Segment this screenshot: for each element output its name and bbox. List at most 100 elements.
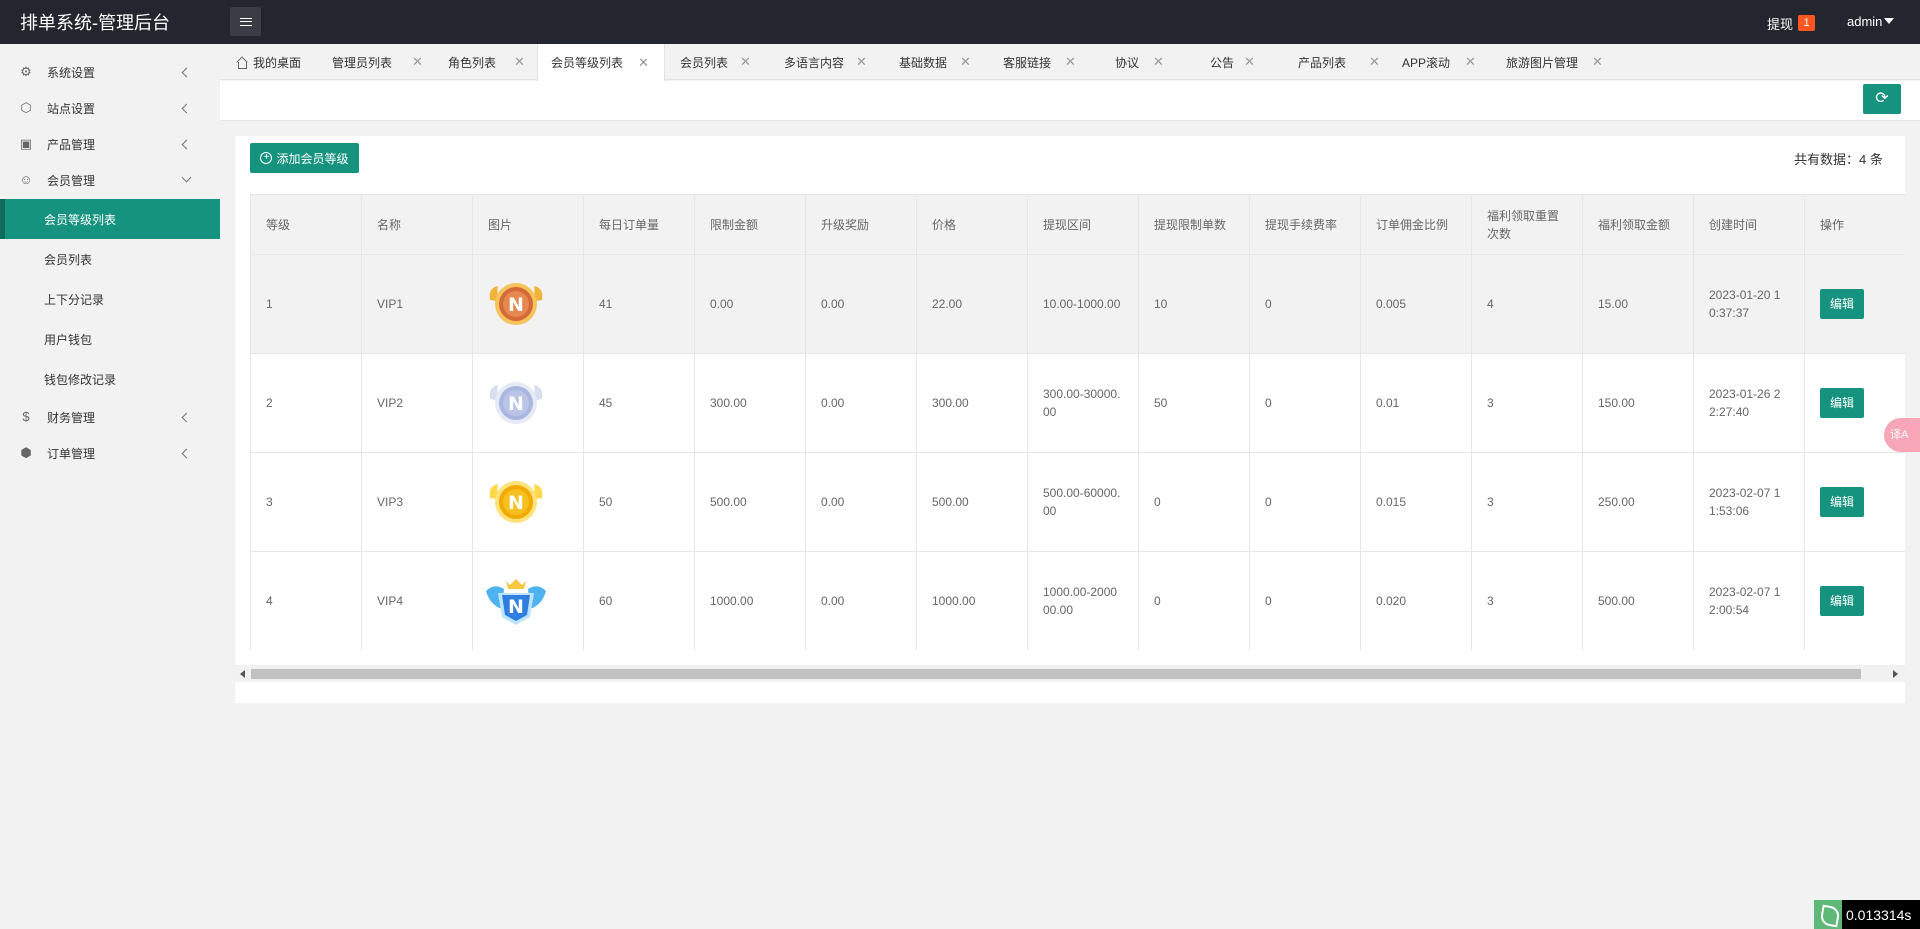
sidebar-subitem-balance-records[interactable]: 上下分记录 bbox=[0, 279, 220, 319]
column-header: 限制金额 bbox=[694, 194, 806, 255]
cell-image: N bbox=[472, 353, 584, 453]
cell-daily-orders: 50 bbox=[583, 452, 695, 552]
edit-button[interactable]: 编辑 bbox=[1820, 586, 1864, 616]
sidebar-item-orders[interactable]: ⬢ 订单管理 bbox=[0, 435, 220, 471]
tab-basic-data[interactable]: 基础数据 ✕ bbox=[899, 44, 989, 80]
cube-icon: ⬢ bbox=[20, 445, 32, 460]
column-header: 图片 bbox=[472, 194, 584, 255]
add-member-level-button[interactable]: + 添加会员等级 bbox=[250, 143, 359, 173]
tab-label: 产品列表 bbox=[1298, 55, 1347, 70]
sidebar-item-product[interactable]: ▣ 产品管理 bbox=[0, 126, 220, 162]
page-timer: 0.013314s bbox=[1814, 900, 1920, 929]
horizontal-scrollbar[interactable] bbox=[235, 665, 1905, 682]
tab-role-list[interactable]: 角色列表 ✕ bbox=[448, 44, 533, 80]
chevron-left-icon bbox=[181, 412, 192, 422]
cell-withdraw-range: 10.00-1000.00 bbox=[1027, 254, 1139, 354]
close-icon[interactable]: ✕ bbox=[740, 54, 751, 70]
tab-product-list[interactable]: 产品列表 ✕ bbox=[1298, 44, 1388, 80]
scroll-right-icon[interactable] bbox=[1893, 670, 1898, 678]
timer-value: 0.013314s bbox=[1846, 906, 1912, 923]
edit-button[interactable]: 编辑 bbox=[1820, 388, 1864, 418]
sidebar-item-label: 订单管理 bbox=[47, 446, 96, 461]
column-header: 等级 bbox=[250, 194, 362, 255]
sidebar-subitem-label: 钱包修改记录 bbox=[44, 372, 117, 387]
cell-reset-times: 4 bbox=[1471, 254, 1583, 354]
close-icon[interactable]: ✕ bbox=[1244, 54, 1255, 70]
home-icon bbox=[236, 57, 247, 69]
tab-member-list[interactable]: 会员列表 ✕ bbox=[680, 44, 775, 80]
sidebar-item-member[interactable]: ☺ 会员管理 bbox=[0, 162, 220, 198]
tab-label: 会员等级列表 bbox=[551, 56, 624, 70]
close-icon[interactable]: ✕ bbox=[1592, 54, 1603, 70]
sidebar-item-finance[interactable]: $ 财务管理 bbox=[0, 399, 220, 435]
tab-multilang[interactable]: 多语言内容 ✕ bbox=[784, 44, 884, 80]
tab-label: 协议 bbox=[1115, 55, 1140, 70]
close-icon[interactable]: ✕ bbox=[514, 54, 525, 70]
sidebar-subitem-member-list[interactable]: 会员列表 bbox=[0, 239, 220, 279]
close-icon[interactable]: ✕ bbox=[1065, 54, 1076, 70]
diamond-badge-icon: N bbox=[486, 579, 546, 625]
tab-label: APP滚动 bbox=[1402, 55, 1451, 70]
user-menu[interactable]: admin bbox=[1847, 14, 1882, 29]
tab-member-levels[interactable]: 会员等级列表 ✕ bbox=[537, 44, 665, 81]
cell-reset-times: 3 bbox=[1471, 551, 1583, 650]
cell-level: 4 bbox=[250, 551, 362, 650]
cell-name: VIP4 bbox=[361, 551, 473, 650]
sidebar-subitem-wallet-changes[interactable]: 钱包修改记录 bbox=[0, 359, 220, 399]
close-icon[interactable]: ✕ bbox=[1369, 54, 1380, 70]
cell-level: 2 bbox=[250, 353, 362, 453]
withdraw-count-badge: 1 bbox=[1798, 15, 1815, 31]
cell-created: 2023-01-20 10:37:37 bbox=[1693, 254, 1805, 354]
edit-button[interactable]: 编辑 bbox=[1820, 487, 1864, 517]
tab-desktop[interactable]: 我的桌面 bbox=[236, 44, 314, 80]
close-icon[interactable]: ✕ bbox=[412, 54, 423, 70]
refresh-button[interactable]: ⟳ bbox=[1863, 84, 1901, 114]
caret-down-icon[interactable] bbox=[1884, 18, 1894, 24]
sidebar-subitem-user-wallet[interactable]: 用户钱包 bbox=[0, 319, 220, 359]
cell-withdraw-range: 1000.00-200000.00 bbox=[1027, 551, 1139, 650]
close-icon[interactable]: ✕ bbox=[856, 54, 867, 70]
close-icon[interactable]: ✕ bbox=[1153, 54, 1164, 70]
member-level-table: 等级 名称 图片 每日订单量 限制金额 升级奖励 价格 提现区间 提现限制单数 … bbox=[250, 194, 1905, 650]
column-header: 操作 bbox=[1804, 194, 1905, 255]
column-header: 升级奖励 bbox=[805, 194, 917, 255]
cell-withdraw-count: 0 bbox=[1138, 452, 1250, 552]
tab-travel-images[interactable]: 旅游图片管理 ✕ bbox=[1506, 44, 1616, 80]
cell-commission: 0.01 bbox=[1360, 353, 1472, 453]
sidebar-subitem-member-levels[interactable]: 会员等级列表 bbox=[0, 199, 220, 239]
chevron-left-icon bbox=[181, 139, 192, 149]
sidebar-item-system[interactable]: ⚙ 系统设置 bbox=[0, 54, 220, 90]
tab-agreement[interactable]: 协议 ✕ bbox=[1115, 44, 1185, 80]
column-header: 提现限制单数 bbox=[1138, 194, 1250, 255]
table-row: 2 VIP2 N 45 300.00 0.00 300.00 300.00-30… bbox=[250, 353, 1905, 453]
tab-announcement[interactable]: 公告 ✕ bbox=[1210, 44, 1280, 80]
chevron-down-icon bbox=[181, 172, 192, 183]
cell-upgrade-reward: 0.00 bbox=[805, 353, 917, 453]
sidebar-item-site[interactable]: ⬡ 站点设置 bbox=[0, 90, 220, 126]
table-scroll-area[interactable]: 等级 名称 图片 每日订单量 限制金额 升级奖励 价格 提现区间 提现限制单数 … bbox=[250, 194, 1905, 650]
withdraw-link[interactable]: 提现 bbox=[1767, 14, 1793, 33]
sidebar-item-label: 系统设置 bbox=[47, 65, 96, 80]
dollar-icon: $ bbox=[22, 409, 30, 424]
tab-app-scroll[interactable]: APP滚动 ✕ bbox=[1402, 44, 1492, 80]
column-header: 提现手续费率 bbox=[1249, 194, 1361, 255]
tab-support-links[interactable]: 客服链接 ✕ bbox=[1003, 44, 1093, 80]
tab-admin-list[interactable]: 管理员列表 ✕ bbox=[332, 44, 432, 80]
close-icon[interactable]: ✕ bbox=[960, 54, 971, 70]
cell-withdraw-range: 300.00-30000.00 bbox=[1027, 353, 1139, 453]
plus-circle-icon: + bbox=[260, 152, 273, 164]
cell-price: 500.00 bbox=[916, 452, 1028, 552]
close-icon[interactable]: ✕ bbox=[638, 55, 649, 71]
cell-image: N bbox=[472, 254, 584, 354]
cell-fee-rate: 0 bbox=[1249, 452, 1361, 552]
scrollbar-thumb[interactable] bbox=[251, 669, 1861, 679]
close-icon[interactable]: ✕ bbox=[1465, 54, 1476, 70]
cell-welfare-amount: 150.00 bbox=[1582, 353, 1694, 453]
box-icon: ▣ bbox=[19, 136, 33, 151]
menu-toggle-button[interactable] bbox=[230, 7, 261, 36]
edit-button[interactable]: 编辑 bbox=[1820, 289, 1864, 319]
cell-commission: 0.005 bbox=[1360, 254, 1472, 354]
cell-created: 2023-02-07 12:00:54 bbox=[1693, 551, 1805, 650]
translate-button[interactable]: 译A bbox=[1884, 418, 1920, 452]
scroll-left-icon[interactable] bbox=[240, 670, 245, 678]
